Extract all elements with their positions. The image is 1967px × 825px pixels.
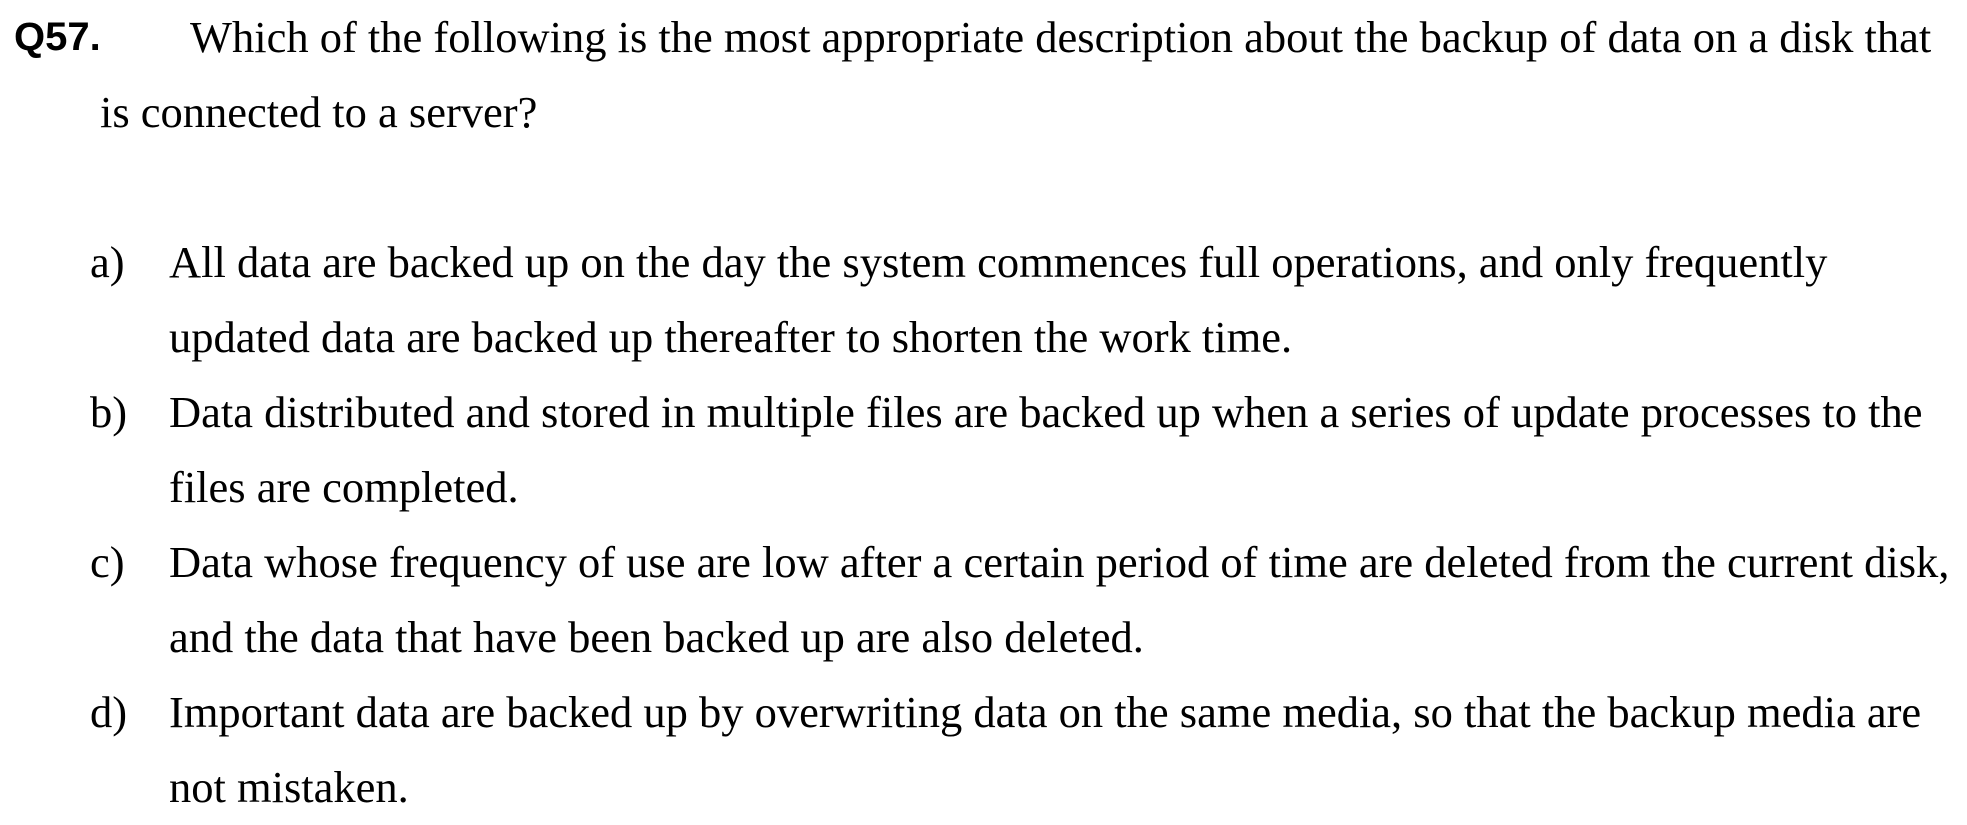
- answer-options: a) All data are backed up on the day the…: [90, 225, 1960, 825]
- option-a-label: a): [90, 237, 125, 287]
- option-a-text: All data are backed up on the day the sy…: [169, 237, 1828, 362]
- option-b-text: Data distributed and stored in multiple …: [169, 387, 1923, 512]
- question-number: Q57.: [14, 15, 101, 59]
- option-c-label: c): [90, 537, 125, 587]
- option-d-label: d): [90, 687, 128, 737]
- option-a: a) All data are backed up on the day the…: [90, 225, 1960, 375]
- option-c: c) Data whose frequency of use are low a…: [90, 525, 1960, 675]
- option-d: d) Important data are backed up by overw…: [90, 675, 1960, 825]
- option-b-label: b): [90, 387, 128, 437]
- option-b: b) Data distributed and stored in multip…: [90, 375, 1960, 525]
- question-text: Which of the following is the most appro…: [100, 12, 1932, 137]
- option-c-text: Data whose frequency of use are low afte…: [169, 537, 1950, 662]
- option-d-text: Important data are backed up by overwrit…: [169, 687, 1922, 812]
